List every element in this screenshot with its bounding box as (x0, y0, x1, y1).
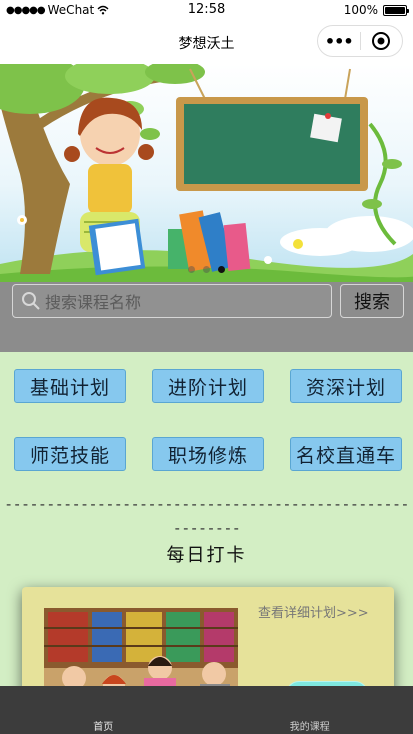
status-right: 100% (343, 3, 409, 17)
close-target-icon (372, 32, 391, 50)
banner-illustration (0, 64, 413, 282)
battery-percent: 100% (343, 3, 378, 17)
banner-carousel[interactable] (0, 64, 413, 282)
plan-button-senior[interactable]: 资深计划 (290, 369, 402, 403)
mini-program-capsule: ••• (317, 25, 403, 57)
search-button[interactable]: 搜索 (340, 284, 404, 318)
tab-bar: 首页 我的课程 (0, 686, 413, 734)
tab-my-courses[interactable]: 我的课程 (207, 686, 413, 734)
search-area: 搜索 (0, 282, 413, 352)
plan-button-advanced[interactable]: 进阶计划 (152, 369, 264, 403)
plan-button-career[interactable]: 职场修炼 (152, 437, 264, 471)
more-menu-button[interactable]: ••• (318, 32, 360, 51)
search-input[interactable] (45, 290, 325, 314)
plan-button-teaching[interactable]: 师范技能 (14, 437, 126, 471)
carousel-dot[interactable] (203, 266, 210, 273)
checkin-title: 每日打卡 (166, 545, 247, 566)
carousel-dot[interactable] (188, 266, 195, 273)
nav-bar: 梦想沃土 ••• (0, 20, 413, 64)
status-bar: ●●●●● WeChat 12:58 100% (0, 0, 413, 20)
plan-grid: 基础计划 进阶计划 资深计划 师范技能 职场修炼 名校直通车 (0, 352, 413, 492)
plan-button-basic[interactable]: 基础计划 (14, 369, 126, 403)
close-button[interactable] (361, 31, 403, 51)
battery-fill (385, 6, 405, 14)
battery-icon (383, 4, 409, 16)
plan-button-university[interactable]: 名校直通车 (290, 437, 402, 471)
search-box[interactable] (12, 284, 332, 318)
dashed-divider: ----------------------------------------… (4, 495, 409, 537)
search-icon (22, 292, 40, 310)
tab-home[interactable]: 首页 (0, 686, 207, 734)
carousel-dot[interactable] (218, 266, 225, 273)
carousel-indicators (0, 266, 413, 273)
view-detail-link[interactable]: 查看详细计划>>> (258, 602, 369, 621)
